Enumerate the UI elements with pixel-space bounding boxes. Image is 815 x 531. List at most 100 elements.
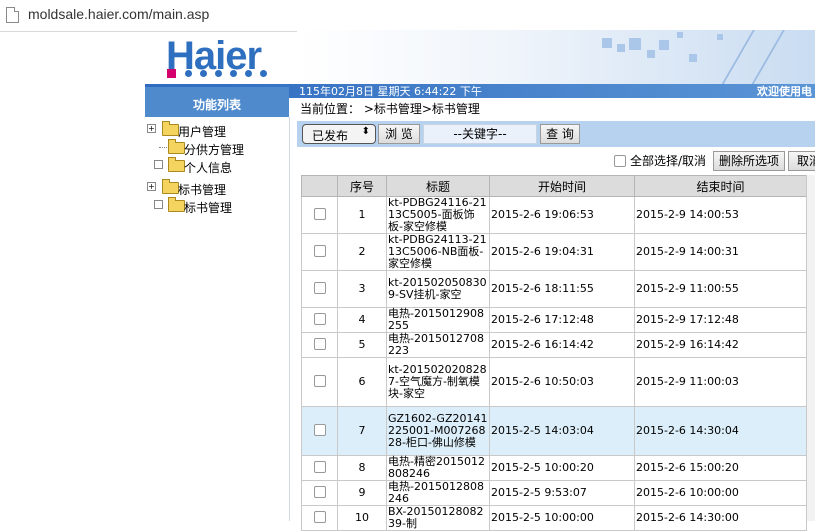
sidebar-title: 功能列表	[192, 98, 241, 112]
row-title[interactable]: 电热-2015012708223	[386, 332, 490, 358]
row-start: 2015-2-6 16:14:42	[489, 332, 635, 358]
table-row[interactable]: 5 电热-2015012708223 2015-2-6 16:14:42 201…	[301, 332, 807, 358]
table-row-highlighted[interactable]: 7 GZ1602-GZ20141225001-M00726828-柜口-佛山修模…	[301, 406, 807, 456]
table-row[interactable]: 2 kt-PDBG24113-2113C5006-NB面板-家空修模 2015-…	[301, 233, 807, 271]
sidebar-item-tender-management-sub[interactable]: 标书管理	[184, 199, 232, 216]
welcome-text: 欢迎使用电	[757, 85, 812, 98]
row-title[interactable]: 电热-2015012808246	[386, 480, 490, 506]
row-end: 2015-2-9 14:00:31	[634, 233, 807, 271]
table-row[interactable]: 10 BX-2015012808239-制 2015-2-5 10:00:00 …	[301, 505, 807, 531]
row-checkbox[interactable]	[313, 207, 326, 220]
header-banner	[297, 30, 815, 85]
row-checkbox[interactable]	[313, 460, 326, 473]
folder-icon	[168, 197, 185, 212]
row-no: 6	[337, 357, 387, 407]
table-row[interactable]: 4 电热-2015012908255 2015-2-6 17:12:48 201…	[301, 307, 807, 333]
status-select[interactable]: 已发布 ⬍	[302, 124, 376, 144]
cancel-button[interactable]: 取消	[788, 151, 815, 171]
row-title[interactable]: kt-2015020508309-SV挂机-家空	[386, 270, 490, 308]
status-select-value: 已发布	[312, 129, 349, 143]
row-start: 2015-2-5 14:03:04	[489, 406, 635, 456]
logo-dot-icon	[215, 70, 222, 77]
row-checkbox[interactable]	[313, 374, 326, 387]
logo-square-icon	[167, 69, 176, 78]
row-no: 5	[337, 332, 387, 358]
row-start: 2015-2-6 10:50:03	[489, 357, 635, 407]
sidebar-item-supplier-management[interactable]: 分供方管理	[184, 141, 244, 158]
address-bar[interactable]: moldsale.haier.com/main.asp	[0, 0, 815, 32]
table-row[interactable]: 3 kt-2015020508309-SV挂机-家空 2015-2-6 18:1…	[301, 270, 807, 308]
col-header-end: 结束时间	[634, 175, 807, 197]
sidebar-item-tender-management[interactable]: 标书管理	[178, 181, 226, 198]
sidebar-item-personal-info[interactable]: 个人信息	[184, 159, 232, 176]
page-icon	[6, 7, 19, 23]
table-header-row: 序号 标题 开始时间 结束时间	[301, 175, 807, 197]
row-checkbox[interactable]	[313, 244, 326, 257]
updown-arrows-icon: ⬍	[361, 126, 370, 137]
row-no: 1	[337, 196, 387, 234]
row-end: 2015-2-6 10:00:00	[634, 480, 807, 506]
expand-toggle-icon[interactable]: +	[147, 124, 156, 133]
row-end: 2015-2-9 14:00:53	[634, 196, 807, 234]
row-end: 2015-2-9 17:12:48	[634, 307, 807, 333]
row-checkbox[interactable]	[313, 423, 326, 436]
col-header-check	[301, 175, 338, 197]
table-row[interactable]: 9 电热-2015012808246 2015-2-5 9:53:07 2015…	[301, 480, 807, 506]
row-checkbox[interactable]	[313, 337, 326, 350]
row-end: 2015-2-6 14:30:00	[634, 505, 807, 531]
sidebar-item-user-management[interactable]: 用户管理	[178, 123, 226, 140]
folder-icon	[168, 157, 185, 172]
row-no: 8	[337, 455, 387, 481]
row-title[interactable]: BX-2015012808239-制	[386, 505, 490, 531]
row-title[interactable]: kt-2015020208287-空气魔方-制氧模块-家空	[386, 357, 490, 407]
row-end: 2015-2-9 11:00:03	[634, 357, 807, 407]
row-end: 2015-2-6 15:00:20	[634, 455, 807, 481]
table-row[interactable]: 6 kt-2015020208287-空气魔方-制氧模块-家空 2015-2-6…	[301, 357, 807, 407]
row-no: 2	[337, 233, 387, 271]
row-no: 4	[337, 307, 387, 333]
logo-dot-icon	[200, 70, 207, 77]
select-all-checkbox[interactable]	[614, 155, 626, 167]
row-title[interactable]: 电热-精密2015012808246	[386, 455, 490, 481]
row-title[interactable]: 电热-2015012908255	[386, 307, 490, 333]
row-start: 2015-2-6 17:12:48	[489, 307, 635, 333]
logo-dot-icon	[230, 70, 237, 77]
folder-icon	[168, 139, 185, 154]
row-checkbox[interactable]	[313, 485, 326, 498]
search-button[interactable]: 查 询	[540, 124, 580, 144]
row-no: 10	[337, 505, 387, 531]
keyword-input[interactable]: --关键字--	[423, 124, 537, 144]
breadcrumb: 当前位置： >标书管理>标书管理	[300, 102, 480, 116]
row-start: 2015-2-6 19:04:31	[489, 233, 635, 271]
folder-icon	[162, 121, 179, 136]
row-checkbox[interactable]	[313, 312, 326, 325]
row-start: 2015-2-6 19:06:53	[489, 196, 635, 234]
sidebar-header: 功能列表	[145, 87, 289, 117]
table-row[interactable]: 8 电热-精密2015012808246 2015-2-5 10:00:20 2…	[301, 455, 807, 481]
delete-selected-button[interactable]: 删除所选项	[713, 151, 785, 171]
row-start: 2015-2-5 10:00:20	[489, 455, 635, 481]
logo-dot-icon	[245, 70, 252, 77]
tree-node-icon	[154, 200, 163, 209]
row-no: 9	[337, 480, 387, 506]
datetime-text: 115年02月8日 星期天 6:44:22 下午	[299, 85, 482, 98]
col-header-no: 序号	[337, 175, 387, 197]
row-no: 7	[337, 406, 387, 456]
url-text[interactable]: moldsale.haier.com/main.asp	[28, 6, 209, 22]
expand-toggle-icon[interactable]: +	[147, 182, 156, 191]
row-title[interactable]: kt-PDBG24116-2113C5005-面板饰板-家空修模	[386, 196, 490, 234]
table-row[interactable]: 1 kt-PDBG24116-2113C5005-面板饰板-家空修模 2015-…	[301, 196, 807, 234]
tree-node-icon	[154, 160, 163, 169]
row-checkbox[interactable]	[313, 281, 326, 294]
row-no: 3	[337, 270, 387, 308]
sidebar-tree: + 用户管理 分供方管理 个人信息 + 标书管理 标书管理	[145, 117, 290, 521]
row-start: 2015-2-6 18:11:55	[489, 270, 635, 308]
select-all-label: 全部选择/取消	[630, 154, 707, 168]
row-title[interactable]: kt-PDBG24113-2113C5006-NB面板-家空修模	[386, 233, 490, 271]
row-end: 2015-2-6 14:30:04	[634, 406, 807, 456]
tender-table: 序号 标题 开始时间 结束时间 1 kt-PDBG24116-2113C5005…	[301, 175, 807, 531]
logo-dot-icon	[185, 70, 192, 77]
row-start: 2015-2-5 10:00:00	[489, 505, 635, 531]
browse-button[interactable]: 浏 览	[378, 124, 420, 144]
row-title[interactable]: GZ1602-GZ20141225001-M00726828-柜口-佛山修模	[386, 406, 490, 456]
